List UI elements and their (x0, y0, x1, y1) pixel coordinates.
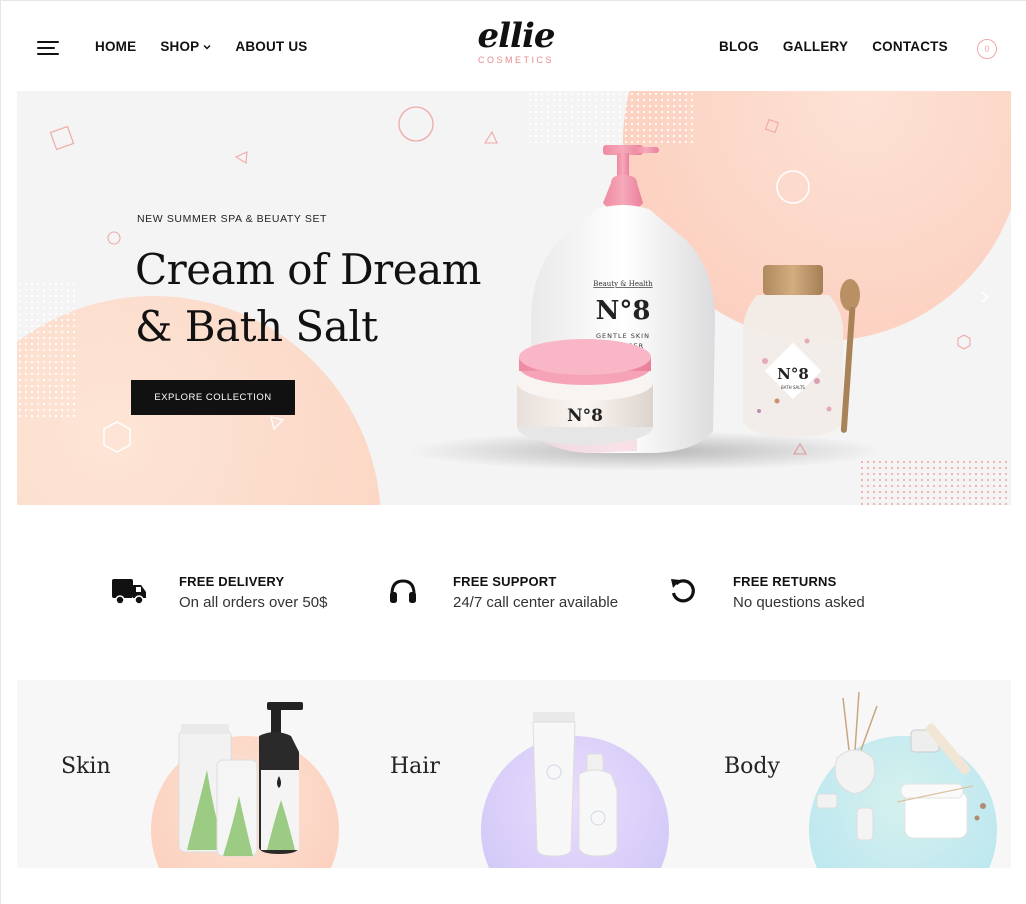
nav-blog-label: BLOG (719, 39, 759, 54)
nav-gallery-label: GALLERY (782, 39, 849, 54)
body-products-image (816, 691, 986, 841)
logo-subtitle: COSMETICS (477, 55, 554, 65)
nav-home-label: HOME (95, 39, 137, 54)
explore-collection-button[interactable]: EXPLORE COLLECTION (131, 380, 295, 415)
hair-products-image (532, 712, 618, 857)
truck-icon (109, 573, 149, 609)
nav-blog-link[interactable]: BLOG (719, 39, 759, 54)
category-skin[interactable]: Skin (17, 680, 347, 868)
category-label: Hair (390, 754, 440, 779)
nav-about-label: ABOUT US (235, 39, 308, 54)
circle-outline-decoration (107, 231, 121, 245)
nav-gallery-link[interactable]: GALLERY (783, 39, 848, 54)
category-label: Body (724, 754, 780, 779)
feature-subtitle: 24/7 call center available (453, 594, 619, 611)
nav-left: HOME SHOP ABOUT US (95, 39, 307, 54)
svg-text:N°8: N°8 (777, 365, 809, 383)
hero-products-image: Beauty & Health N°8 GENTLE SKIN CLEANSER… (407, 145, 877, 471)
dot-pattern (17, 281, 75, 421)
feature-title: FREE SUPPORT (453, 574, 557, 589)
chevron-right-icon[interactable] (979, 291, 991, 303)
category-body[interactable]: Body (677, 680, 1011, 868)
nav-home-link[interactable]: HOME (95, 39, 136, 54)
logo-wordmark: ellie (477, 16, 555, 56)
nav-shop-label: SHOP (160, 39, 200, 54)
nav-contacts-label: CONTACTS (872, 39, 948, 54)
features-strip: FREE DELIVERY On all orders over 50$ FRE… (1, 561, 1026, 621)
svg-text:GENTLE SKIN: GENTLE SKIN (596, 332, 650, 340)
chevron-down-icon (203, 44, 211, 50)
hero-banner: NEW SUMMER SPA & BEUATY SET Cream of Dre… (17, 91, 1011, 505)
svg-text:N°8: N°8 (596, 296, 651, 326)
feature-subtitle: On all orders over 50$ (179, 594, 328, 611)
triangle-outline-decoration (270, 416, 285, 431)
skin-products-image (178, 702, 303, 857)
brand-logo[interactable]: ellie COSMETICS (471, 19, 561, 73)
hexagon-outline-decoration (103, 421, 131, 453)
nav-contacts-link[interactable]: CONTACTS (872, 39, 948, 54)
hexagon-outline-decoration (957, 334, 971, 350)
feature-returns: FREE RETURNS No questions asked (663, 573, 865, 611)
hero-kicker: NEW SUMMER SPA & BEUATY SET (137, 213, 328, 225)
category-label: Skin (61, 754, 111, 779)
return-arrow-icon (663, 573, 703, 609)
square-outline-decoration (49, 125, 75, 151)
nav-shop-link[interactable]: SHOP (160, 39, 211, 54)
category-strip: Skin Hair Body (17, 680, 1011, 868)
feature-title: FREE DELIVERY (179, 574, 285, 589)
dot-pattern (859, 459, 1011, 505)
category-hair[interactable]: Hair (347, 680, 677, 868)
svg-text:Beauty & Health: Beauty & Health (593, 280, 653, 288)
feature-subtitle: No questions asked (733, 594, 865, 611)
triangle-outline-decoration (234, 151, 248, 164)
cart-count-badge: 0 (984, 44, 990, 54)
site-header: HOME SHOP ABOUT US ellie COSMETICS BLOG … (1, 1, 1026, 91)
headphones-icon (383, 573, 423, 609)
svg-text:BATH SALTS: BATH SALTS (781, 385, 805, 390)
svg-text:N°8: N°8 (567, 406, 603, 426)
nav-right: BLOG GALLERY CONTACTS (719, 39, 948, 54)
cart-button[interactable]: 0 (977, 39, 997, 59)
feature-delivery: FREE DELIVERY On all orders over 50$ (109, 573, 327, 611)
menu-icon[interactable] (37, 41, 59, 55)
feature-title: FREE RETURNS (733, 574, 837, 589)
nav-about-link[interactable]: ABOUT US (235, 39, 307, 54)
feature-support: FREE SUPPORT 24/7 call center available (383, 573, 618, 611)
